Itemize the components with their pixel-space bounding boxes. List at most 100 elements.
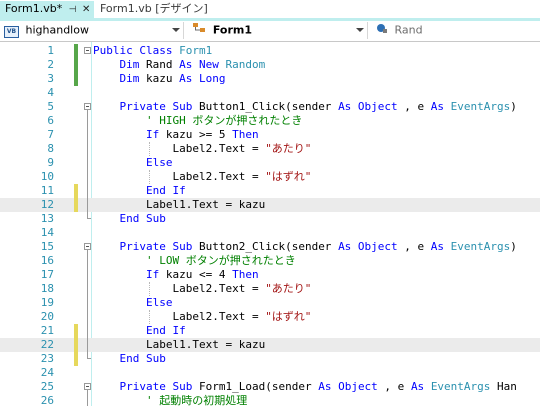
keyword-token: As Long (179, 72, 226, 85)
keyword-token: As Object (318, 380, 378, 393)
collapse-toggle-icon[interactable] (84, 47, 91, 54)
line-number: 6 (47, 114, 54, 127)
collapse-toggle-icon[interactable] (84, 103, 91, 110)
outline-end (87, 218, 91, 219)
indent-guide (149, 142, 150, 156)
code-line[interactable]: 5 Private Sub Button1_Click(sender As Ob… (0, 100, 540, 114)
code-editor[interactable]: 1 Public Class Form1 2 Dim Rand As New Ran… (0, 42, 540, 406)
close-icon[interactable]: ✕ (82, 4, 90, 15)
object-dropdown-label: Form1 (212, 23, 253, 37)
line-number: 15 (40, 240, 54, 253)
unsaved-change-marker (74, 184, 78, 198)
code-text: Label1.Text = kazu (93, 338, 265, 352)
code-line[interactable]: 21 End If (0, 324, 540, 338)
keyword-token: Else (145, 296, 173, 309)
code-text: Private Sub Button2_Click(sender As Obje… (93, 240, 517, 254)
code-line[interactable]: 22 Label1.Text = kazu (0, 338, 540, 352)
string-token: "あたり" (265, 282, 312, 295)
code-line[interactable]: 3 Dim kazu As Long (0, 72, 540, 86)
keyword-token: As Object (338, 100, 398, 113)
chevron-down-icon[interactable] (356, 28, 364, 32)
code-token: Rand (139, 58, 180, 71)
code-line[interactable]: 24 (0, 366, 540, 380)
code-line[interactable]: 13 End Sub (0, 212, 540, 226)
keyword-token: Then (232, 268, 259, 281)
code-line[interactable]: 9 Else (0, 156, 540, 170)
object-dropdown[interactable]: Form1 (190, 22, 368, 39)
code-line[interactable]: 16 ' LOW ボタンが押されたとき (0, 254, 540, 268)
code-line[interactable]: 6 ' HIGH ボタンが押されたとき (0, 114, 540, 128)
code-line[interactable]: 18 Label2.Text = "あたり" (0, 282, 540, 296)
code-token: Han (490, 380, 517, 393)
indent-guide (149, 282, 150, 296)
code-line[interactable]: 25 Private Sub Form1_Load(sender As Obje… (0, 380, 540, 394)
code-line[interactable]: 4 (0, 86, 540, 100)
line-number: 10 (40, 170, 54, 183)
code-text: Public Class Form1 (93, 44, 212, 58)
document-tab-strip: Form1.vb* ⊣ ✕ Form1.vb [デザイン] (0, 0, 540, 21)
code-text: End Sub (93, 212, 166, 226)
type-token: EventArgs (450, 240, 511, 253)
keyword-token: If (145, 268, 160, 281)
code-text: Else (93, 156, 173, 170)
tab-form1-vb-design[interactable]: Form1.vb [デザイン] (95, 1, 235, 18)
unsaved-change-marker (74, 324, 78, 338)
code-line[interactable]: 7 If kazu >= 5 Then (0, 128, 540, 142)
vb-project-icon: VB (4, 22, 19, 38)
code-text: Private Sub Button1_Click(sender As Obje… (93, 100, 517, 114)
line-number: 13 (40, 212, 54, 225)
line-number: 23 (40, 352, 54, 365)
indent-guide (149, 170, 150, 184)
code-line[interactable]: 17 If kazu <= 4 Then (0, 268, 540, 282)
class-dropdown[interactable]: VB highandlow (2, 22, 184, 39)
code-token: Label1.Text = kazu (93, 338, 266, 351)
code-line[interactable]: 10 Label2.Text = "はずれ" (0, 170, 540, 184)
code-line[interactable]: 11 End If (0, 184, 540, 198)
code-line[interactable]: 23 End Sub (0, 352, 540, 366)
code-text: Private Sub Form1_Load(sender As Object … (93, 380, 517, 394)
indent-guide (149, 310, 150, 324)
code-line[interactable]: 12 Label1.Text = kazu (0, 198, 540, 212)
comment-token: ' HIGH ボタンが押されたとき (145, 114, 303, 127)
line-number: 20 (40, 310, 54, 323)
code-token: Form1_Load(sender (192, 380, 319, 393)
line-number: 25 (40, 380, 54, 393)
code-line[interactable]: 1 Public Class Form1 (0, 44, 540, 58)
code-line[interactable]: 8 Label2.Text = "あたり" (0, 142, 540, 156)
code-line[interactable]: 20 Label2.Text = "はずれ" (0, 310, 540, 324)
line-number: 21 (40, 324, 54, 337)
keyword-token: Dim (119, 58, 140, 71)
line-number: 12 (40, 198, 54, 211)
code-line[interactable]: 19 Else (0, 296, 540, 310)
string-token: "はずれ" (265, 310, 312, 323)
type-token: Random (225, 58, 266, 71)
collapse-toggle-icon[interactable] (84, 383, 91, 390)
member-dropdown[interactable]: Rand (374, 22, 538, 39)
keyword-token: If (145, 128, 160, 141)
line-number: 4 (47, 86, 54, 99)
line-number: 18 (40, 282, 54, 295)
chevron-down-icon[interactable] (172, 28, 180, 32)
tab-form1-vb[interactable]: Form1.vb* ⊣ ✕ (0, 1, 94, 18)
private-field-icon (376, 22, 388, 38)
code-line[interactable]: 15 Private Sub Button2_Click(sender As O… (0, 240, 540, 254)
pin-icon[interactable]: ⊣ (69, 5, 77, 15)
collapse-toggle-icon[interactable] (84, 243, 91, 250)
code-token: Label2.Text = (93, 170, 266, 183)
code-line[interactable]: 2 Dim Rand As New Random (0, 58, 540, 72)
keyword-token: Private Sub (119, 240, 193, 253)
code-line[interactable]: 14 (0, 226, 540, 240)
type-token: Form1 (179, 44, 213, 57)
code-text: Label2.Text = "あたり" (93, 282, 311, 296)
keyword-token: Then (232, 128, 259, 141)
code-line[interactable]: 26 ' 起動時の初期処理 (0, 394, 540, 406)
